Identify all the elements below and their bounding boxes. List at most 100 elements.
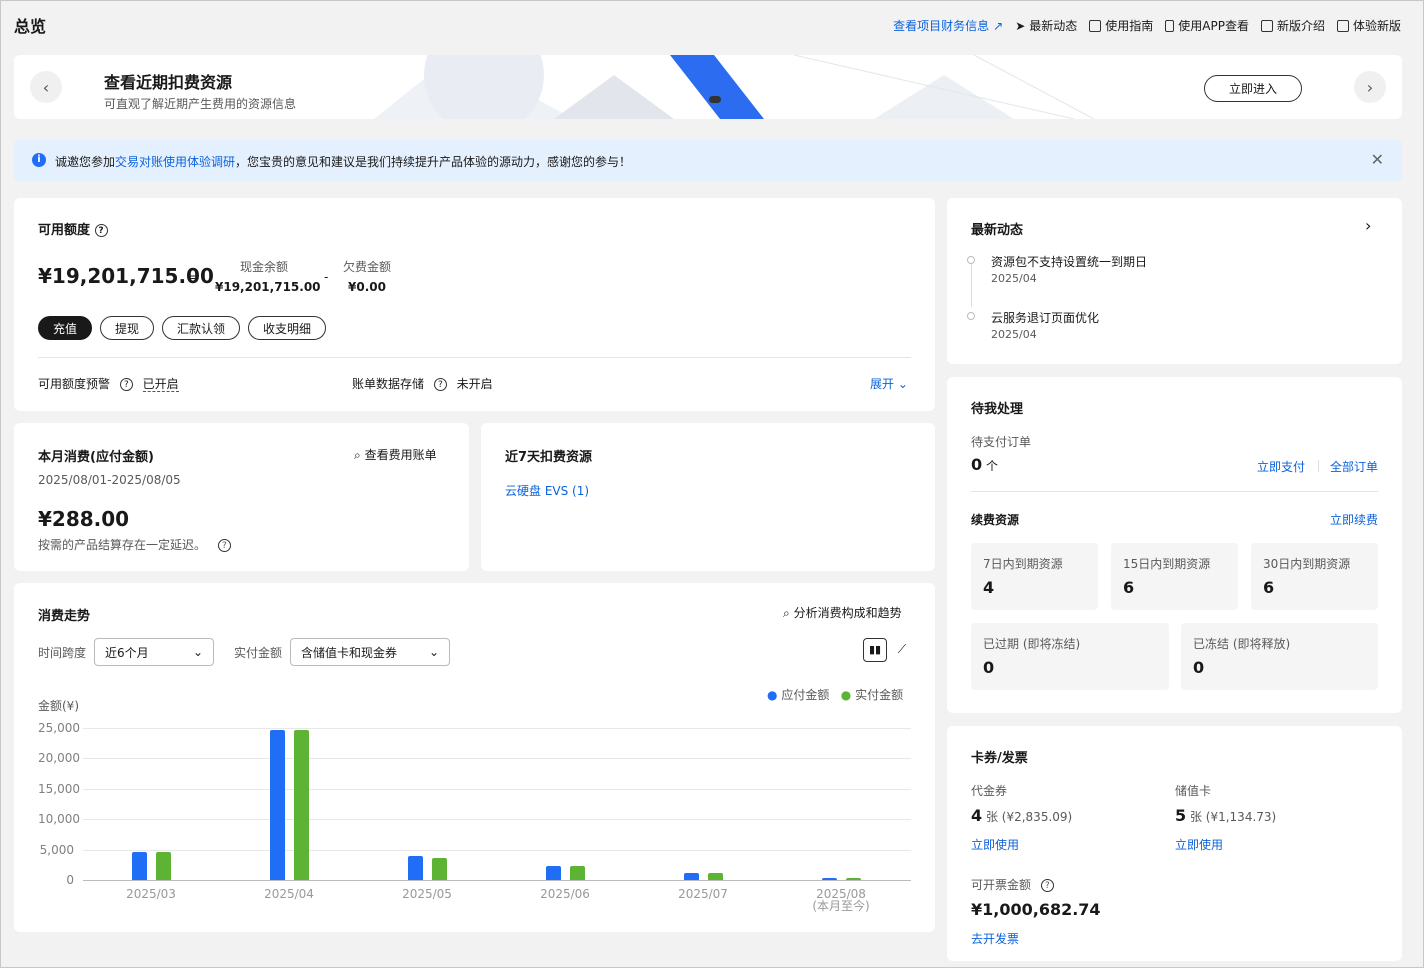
banner-next-button[interactable]: › [1354,71,1386,103]
help-icon[interactable]: ? [217,539,231,552]
recharge-button[interactable]: 充值 [38,316,93,340]
chevron-right-icon[interactable]: › [1365,216,1371,235]
survey-link[interactable]: 交易对账使用体验调研 [115,155,235,169]
stored-label: 储值卡 [1175,784,1212,798]
month-note: 按需的产品结算存在一定延迟。 ? [38,536,231,553]
close-icon[interactable]: ✕ [1371,150,1384,169]
bar-paid[interactable] [432,858,447,880]
y-tick-label: 25,000 [38,721,80,735]
transactions-button[interactable]: 收支明细 [248,316,327,340]
intro-link[interactable]: 新版介绍 [1260,17,1325,34]
pending-count-value: 0 [971,455,983,474]
expire-15d-box[interactable]: 15日内到期资源 6 [1111,543,1238,610]
frozen-box[interactable]: 已冻结 (即将释放) 0 [1181,623,1378,690]
news-item-2[interactable]: 云服务退订页面优化 [991,309,1099,326]
legend-paid-label: 实付金额 [855,688,904,702]
book-icon [1089,19,1102,32]
x-tick-label: 2025/05 [402,887,452,901]
expire-30d-box[interactable]: 30日内到期资源 6 [1251,543,1378,610]
month-note-text: 按需的产品结算存在一定延迟。 [38,538,207,552]
bar-paid[interactable] [708,873,723,880]
all-orders-link[interactable]: 全部订单 [1330,458,1378,475]
cards-title: 卡券/发票 [971,751,1028,766]
renew-now-link[interactable]: 立即续费 [1330,511,1378,528]
span-select[interactable]: 近6个月 ⌄ [94,638,214,666]
news-link[interactable]: ➤ 最新动态 [1015,17,1077,34]
pay-now-link[interactable]: 立即支付 [1257,458,1305,475]
span-label: 时间跨度 [38,646,87,660]
month-amount: ¥288.00 [38,507,130,531]
app-link[interactable]: 使用APP查看 [1165,17,1249,34]
gridline [83,788,911,790]
invoice-amount: ¥1,000,682.74 [971,900,1101,919]
expired-box[interactable]: 已过期 (即将冻结) 0 [971,623,1169,690]
help-icon[interactable]: ? [119,378,133,391]
help-icon[interactable]: ? [433,378,447,391]
banner-dot[interactable] [694,96,701,103]
y-tick-label: 10,000 [38,812,80,827]
timeline-line [971,263,972,307]
bar-due[interactable] [822,878,837,880]
banner-dot-active[interactable] [709,96,721,103]
expire-7d-box[interactable]: 7日内到期资源 4 [971,543,1098,610]
x-tick-label: 2025/06 [540,887,590,901]
bar-paid[interactable] [294,730,309,880]
analyze-link[interactable]: ⌕ 分析消费构成和趋势 [783,604,902,621]
view-bill-link[interactable]: ⌕ 查看费用账单 [354,446,437,463]
box-count: 0 [983,658,995,677]
bar-paid[interactable] [846,878,861,880]
top-links: 查看项目财务信息 ↗ ➤ 最新动态 使用指南 使用APP查看 新版介绍 体验新版 [893,17,1401,34]
send-icon: ➤ [1015,18,1026,33]
info-icon: i [32,153,46,167]
notice-prefix: 诚邀您参加 [55,155,116,169]
notice-suffix: ，您宝贵的意见和建议是我们持续提升产品体验的源动力，感谢您的参与！ [235,155,632,169]
help-icon[interactable]: ? [94,224,108,237]
news-link-label: 最新动态 [1029,19,1078,33]
bar-chart-icon[interactable]: ▮▮ [863,638,887,662]
expand-button[interactable]: 展开 ⌄ [870,375,908,392]
stored-detail: 张 (¥1,134.73) [1189,810,1277,824]
bar-due[interactable] [684,872,699,880]
bar-due[interactable] [270,730,285,880]
banner-prev-button[interactable]: ‹ [30,71,62,103]
month-range: 2025/08/01-2025/08/05 [38,473,181,487]
bar-paid[interactable] [156,852,171,880]
help-icon[interactable]: ? [1040,879,1054,892]
pending-count: 0 个 [971,455,998,474]
remittance-claim-button[interactable]: 汇款认领 [162,316,241,340]
stored-use-link[interactable]: 立即使用 [1175,836,1223,853]
alert-value[interactable]: 已开启 [142,377,179,392]
legend-due-label: 应付金额 [781,688,830,702]
guide-link[interactable]: 使用指南 [1089,17,1153,34]
span-value: 近6个月 [105,645,149,660]
line-chart-icon[interactable]: ⟋ [891,638,913,662]
app-link-label: 使用APP查看 [1178,19,1249,33]
bar-due[interactable] [546,866,561,880]
banner-subtitle: 可直观了解近期产生费用的资源信息 [104,97,297,111]
news-item-1[interactable]: 资源包不支持设置统一到期日 [991,253,1147,270]
finance-link[interactable]: 查看项目财务信息 ↗ [893,17,1003,34]
chevron-down-icon: ⌄ [428,645,439,659]
search-doc-icon [1260,19,1273,32]
x-tick-label: 2025/03 [126,887,176,901]
invoice-label: 可开票金额 ? [971,876,1054,893]
bar-due[interactable] [408,856,423,880]
trend-title: 消费走势 [38,609,91,624]
equals-sign: = [188,270,199,284]
debt-label: 欠费金额 [343,260,392,274]
invoice-link[interactable]: 去开发票 [971,930,1019,947]
paid-label: 实付金额 [234,646,283,660]
y-tick-label: 5,000 [39,842,74,857]
try-new-link[interactable]: 体验新版 [1336,17,1401,34]
withdraw-button[interactable]: 提现 [100,316,155,340]
todo-title: 待我处理 [971,402,1024,417]
banner-title: 查看近期扣费资源 [104,73,233,92]
news-date-2: 2025/04 [991,328,1037,341]
evs-link[interactable]: 云硬盘 EVS (1) [505,482,589,499]
banner-enter-button[interactable]: 立即进入 [1204,75,1302,102]
expand-label: 展开 [870,377,895,391]
paid-select[interactable]: 含储值卡和现金券 ⌄ [290,638,450,666]
coupon-use-link[interactable]: 立即使用 [971,836,1019,853]
bar-due[interactable] [132,852,147,880]
bar-paid[interactable] [570,866,585,880]
